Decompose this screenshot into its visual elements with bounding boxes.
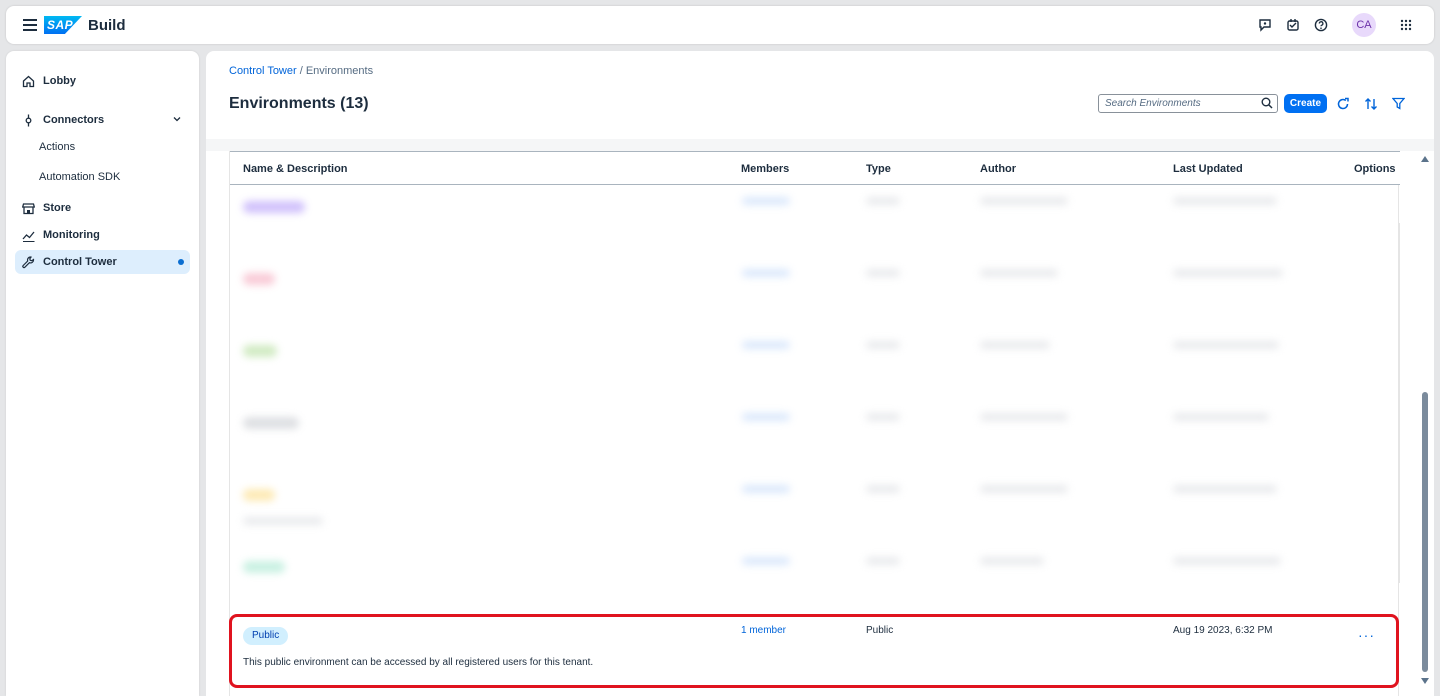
main-content: Control Tower / Environments Environment… bbox=[206, 51, 1434, 696]
hamburger-menu-icon[interactable] bbox=[20, 15, 40, 35]
filter-icon[interactable] bbox=[1390, 95, 1407, 112]
sidebar-item-label: Control Tower bbox=[43, 256, 117, 268]
sidebar-item-monitoring[interactable]: Monitoring bbox=[15, 223, 190, 247]
app-grid-icon[interactable] bbox=[1397, 16, 1415, 34]
feedback-icon[interactable] bbox=[1256, 16, 1274, 34]
wrench-icon bbox=[21, 255, 35, 269]
inbox-icon[interactable] bbox=[1284, 16, 1302, 34]
column-header-last-updated[interactable]: Last Updated bbox=[1173, 163, 1243, 175]
table-row[interactable] bbox=[230, 547, 1400, 619]
sidebar-item-label: Monitoring bbox=[43, 229, 100, 241]
search-input[interactable]: Search Environments bbox=[1098, 94, 1278, 113]
search-placeholder: Search Environments bbox=[1105, 98, 1201, 109]
scroll-up-icon[interactable] bbox=[1421, 156, 1429, 162]
side-navigation: Lobby Connectors Actions Automation SDK … bbox=[6, 51, 199, 696]
sort-icon[interactable] bbox=[1362, 95, 1379, 112]
store-icon bbox=[21, 201, 35, 215]
user-avatar[interactable]: CA bbox=[1352, 13, 1376, 37]
column-header-members[interactable]: Members bbox=[741, 163, 789, 175]
highlight-annotation bbox=[229, 614, 1399, 688]
breadcrumb-link-control-tower[interactable]: Control Tower bbox=[229, 65, 297, 77]
sidebar-item-lobby[interactable]: Lobby bbox=[15, 69, 190, 93]
sidebar-item-automation-sdk[interactable]: Automation SDK bbox=[39, 171, 120, 183]
sidebar-item-control-tower[interactable]: Control Tower bbox=[15, 250, 190, 274]
table-row[interactable] bbox=[230, 259, 1400, 367]
sap-logo[interactable]: SAP bbox=[44, 16, 82, 34]
product-name[interactable]: Build bbox=[88, 17, 126, 34]
home-icon bbox=[21, 74, 35, 88]
search-icon[interactable] bbox=[1261, 97, 1273, 112]
create-button[interactable]: Create bbox=[1284, 94, 1327, 113]
sidebar-item-connectors[interactable]: Connectors bbox=[15, 108, 190, 132]
table-row[interactable] bbox=[230, 403, 1400, 511]
column-header-name[interactable]: Name & Description bbox=[243, 163, 348, 175]
scrollbar-thumb[interactable] bbox=[1422, 392, 1428, 672]
breadcrumb-current: Environments bbox=[305, 65, 374, 77]
column-header-options[interactable]: Options bbox=[1354, 163, 1396, 175]
sidebar-item-actions[interactable]: Actions bbox=[39, 141, 75, 153]
connector-icon bbox=[21, 113, 35, 127]
column-header-author[interactable]: Author bbox=[980, 163, 1016, 175]
breadcrumb-separator: / bbox=[296, 65, 306, 77]
sidebar-item-label: Connectors bbox=[43, 114, 105, 126]
line-chart-icon bbox=[21, 228, 35, 242]
scrollbar[interactable] bbox=[1419, 152, 1431, 688]
shell-bar: SAP Build CA bbox=[6, 6, 1434, 44]
sidebar-item-label: Lobby bbox=[43, 75, 76, 87]
table-row[interactable] bbox=[230, 331, 1400, 439]
breadcrumb: Control Tower / Environments bbox=[229, 65, 373, 77]
sidebar-item-store[interactable]: Store bbox=[15, 196, 190, 220]
header-separator bbox=[206, 139, 1434, 151]
column-header-type[interactable]: Type bbox=[866, 163, 891, 175]
help-icon[interactable] bbox=[1312, 16, 1330, 34]
scroll-down-icon[interactable] bbox=[1421, 678, 1429, 684]
sidebar-item-label: Store bbox=[43, 202, 72, 214]
table-header: Name & Description Members Type Author L… bbox=[230, 151, 1400, 185]
chevron-down-icon[interactable] bbox=[172, 114, 182, 127]
table-row[interactable] bbox=[230, 475, 1400, 583]
selected-indicator bbox=[178, 259, 184, 265]
page-title: Environments (13) bbox=[229, 95, 369, 112]
table-row[interactable] bbox=[230, 187, 1400, 295]
refresh-icon[interactable] bbox=[1334, 95, 1351, 112]
